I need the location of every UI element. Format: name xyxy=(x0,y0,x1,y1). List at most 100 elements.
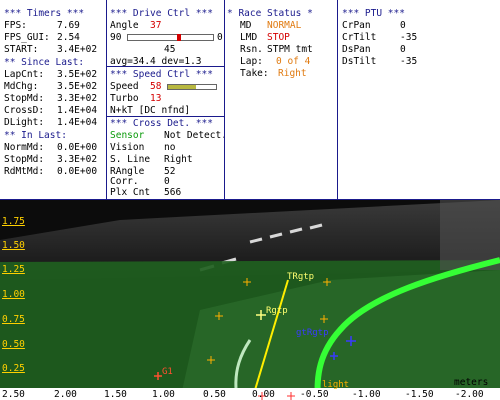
race-status-panel: * Race Status * MD NORMAL LMD STOP Rsn. … xyxy=(225,0,337,200)
since-label-dlight: DLight: xyxy=(4,117,45,128)
y-axis-tick-label: 0.25 xyxy=(2,363,25,374)
since-value-crossd: 1.4E+04 xyxy=(57,105,98,116)
target-marker-label: TRgtp xyxy=(287,272,315,282)
cross-value-corr: 0 xyxy=(164,176,170,187)
since-label-stopmd: StopMd: xyxy=(4,93,45,104)
since-value-stopmd: 3.3E+02 xyxy=(57,93,98,104)
since-value-mdchg: 3.5E+02 xyxy=(57,81,98,92)
race-value-rsn: STPM tmt xyxy=(267,44,313,55)
track-overlay xyxy=(0,200,500,400)
timer-label-start: START: xyxy=(4,44,39,55)
x-axis-tick-label: 2.50 xyxy=(2,389,25,400)
g1-marker-label: G1 xyxy=(162,367,173,377)
race-value-md: NORMAL xyxy=(267,20,302,31)
ptu-value-dspan: 0 xyxy=(400,44,406,55)
speed-bar xyxy=(167,84,217,90)
ptu-label-crtilt: CrTilt xyxy=(342,32,377,43)
x-axis-tick-label: 1.00 xyxy=(152,389,175,400)
x-axis-tick-label: 0.50 xyxy=(203,389,226,400)
x-axis-tick-label: 1.50 xyxy=(104,389,127,400)
cross-value-sensor: Not Detect. xyxy=(164,130,227,141)
race-value-take: Right xyxy=(278,68,307,79)
cross-label-corr: Corr. xyxy=(110,176,139,187)
angle-label: Angle xyxy=(110,20,139,31)
since-label-crossd: CrossD: xyxy=(4,105,45,116)
in-label-rdmtmd: RdMtMd: xyxy=(4,166,45,177)
y-axis-tick-label: 1.00 xyxy=(2,289,25,300)
since-label-lapcnt: LapCnt: xyxy=(4,69,45,80)
timer-label-fps-gui: FPS_GUI: xyxy=(4,32,50,43)
drive-ctrl-header: *** Drive Ctrl *** xyxy=(110,8,213,19)
y-axis-tick-label: 1.25 xyxy=(2,264,25,275)
x-axis-tick-label: 0.00 xyxy=(252,389,275,400)
angle-value: 37 xyxy=(150,20,162,31)
race-label-lap: Lap: xyxy=(240,56,263,67)
race-value-lmd: STOP xyxy=(267,32,290,43)
since-value-dlight: 1.4E+04 xyxy=(57,117,98,128)
y-axis-tick-label: 1.50 xyxy=(2,240,25,251)
speed-value: 58 xyxy=(150,81,162,92)
y-axis-tick-label: 1.75 xyxy=(2,216,25,227)
timer-value-start: 3.4E+02 xyxy=(57,44,98,55)
camera-track-view[interactable]: TRgtp Rgtp gtRgtp G1 light 1.75 1.50 1.2… xyxy=(0,200,500,400)
ptu-header: *** PTU *** xyxy=(342,8,405,19)
y-axis-tick-label: 0.75 xyxy=(2,314,25,325)
in-last-header: ** In Last: xyxy=(4,130,67,141)
cross-value-vision: no xyxy=(164,142,176,153)
turbo-label: Turbo xyxy=(110,93,139,104)
x-axis-tick-label: -1.50 xyxy=(405,389,434,400)
y-axis-tick-label: 0.50 xyxy=(2,339,25,350)
cross-value-pixcnt: 566 xyxy=(164,187,182,198)
x-axis-tick-label: 2.00 xyxy=(54,389,77,400)
race-value-lap: 0 of 4 xyxy=(276,56,311,67)
race-label-take: Take: xyxy=(240,68,269,79)
x-axis-tick-label: -2.00 xyxy=(455,389,484,400)
cross-value-sline: Right xyxy=(164,154,193,165)
x-axis-tick-label: -1.00 xyxy=(352,389,381,400)
race-label-md: MD xyxy=(240,20,252,31)
angle-slider-left: 90 xyxy=(110,32,122,43)
ptu-label-dstilt: DsTilt xyxy=(342,56,377,67)
angle-slider[interactable] xyxy=(127,34,214,41)
race-status-header: * Race Status * xyxy=(227,8,313,19)
speed-ctrl-header: *** Speed Ctrl *** xyxy=(110,69,213,80)
angle-slider-center: 45 xyxy=(164,44,176,55)
angle-slider-right: 0 xyxy=(217,32,223,43)
ptu-panel: *** PTU *** CrPan 0 CrTilt -35 DsPan 0 D… xyxy=(338,0,500,200)
cross-label-sensor: Sensor xyxy=(110,130,145,141)
distance-unit-label: meters xyxy=(454,377,489,388)
timer-value-fps-gui: 2.54 xyxy=(57,32,80,43)
cross-label-vision: Vision xyxy=(110,142,145,153)
ptu-label-dspan: DsPan xyxy=(342,44,371,55)
timers-panel: *** Timers *** FPS: 7.69 FPS_GUI: 2.54 S… xyxy=(0,0,105,200)
speed-cross-divider xyxy=(107,116,224,117)
angle-slider-thumb[interactable] xyxy=(177,34,181,41)
nkt-status: N+kT [DC nfnd] xyxy=(110,105,191,116)
speed-label: Speed xyxy=(110,81,139,92)
since-label-mdchg: MdChg: xyxy=(4,81,39,92)
in-value-normmd: 0.0E+00 xyxy=(57,142,98,153)
drive-ctrl-panel: *** Drive Ctrl *** Angle 37 90 0 45 avg=… xyxy=(107,0,227,200)
timer-value-fps: 7.69 xyxy=(57,20,80,31)
in-label-stopmd: StopMd: xyxy=(4,154,45,165)
cross-label-pixcnt: Plx Cnt xyxy=(110,187,151,198)
speed-bar-fill xyxy=(168,85,196,89)
race-label-rsn: Rsn. xyxy=(240,44,263,55)
cross-label-sline: S. Line xyxy=(110,154,151,165)
since-value-lapcnt: 3.5E+02 xyxy=(57,69,98,80)
turbo-value: 13 xyxy=(150,93,162,104)
right-point-label: Rgtp xyxy=(266,306,288,316)
ptu-label-crpan: CrPan xyxy=(342,20,371,31)
ptu-value-crpan: 0 xyxy=(400,20,406,31)
cross-det-header: *** Cross Det. *** xyxy=(110,118,213,129)
timers-header: *** Timers *** xyxy=(4,8,85,19)
in-label-normmd: NormMd: xyxy=(4,142,45,153)
x-axis-tick-label: -0.50 xyxy=(300,389,329,400)
ptu-value-crtilt: -35 xyxy=(400,32,418,43)
ptu-value-dstilt: -35 xyxy=(400,56,418,67)
since-last-header: ** Since Last: xyxy=(4,57,85,68)
left-point-label: gtRgtp xyxy=(296,328,329,338)
in-value-stopmd: 3.3E+02 xyxy=(57,154,98,165)
race-label-lmd: LMD xyxy=(240,32,258,43)
timer-label-fps: FPS: xyxy=(4,20,27,31)
